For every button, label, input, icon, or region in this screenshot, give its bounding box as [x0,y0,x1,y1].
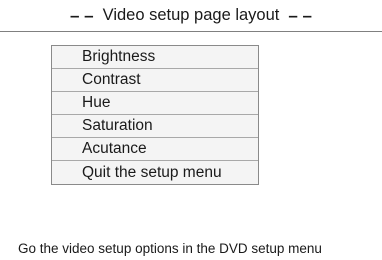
header-left-marker: – – [69,5,94,25]
menu-item-quit-setup[interactable]: Quit the setup menu [52,161,258,184]
page-header: – – Video setup page layout – – [0,0,382,31]
menu-item-acutance[interactable]: Acutance [52,138,258,161]
menu-item-label: Acutance [82,140,147,157]
menu-item-hue[interactable]: Hue [52,92,258,115]
menu-item-label: Contrast [82,71,141,88]
setup-panel: Brightness Contrast Hue Saturation Acuta… [0,31,382,260]
menu-item-brightness[interactable]: Brightness [52,46,258,69]
page-title: Video setup page layout [102,6,280,24]
status-text: Go the video setup options in the DVD se… [18,241,322,256]
menu-item-contrast[interactable]: Contrast [52,69,258,92]
menu-item-label: Saturation [82,117,153,134]
menu-item-label: Quit the setup menu [82,163,222,181]
menu-item-saturation[interactable]: Saturation [52,115,258,138]
video-setup-menu: Brightness Contrast Hue Saturation Acuta… [51,45,259,185]
header-right-marker: – – [288,5,313,25]
menu-item-label: Hue [82,94,111,111]
menu-item-label: Brightness [82,48,156,65]
